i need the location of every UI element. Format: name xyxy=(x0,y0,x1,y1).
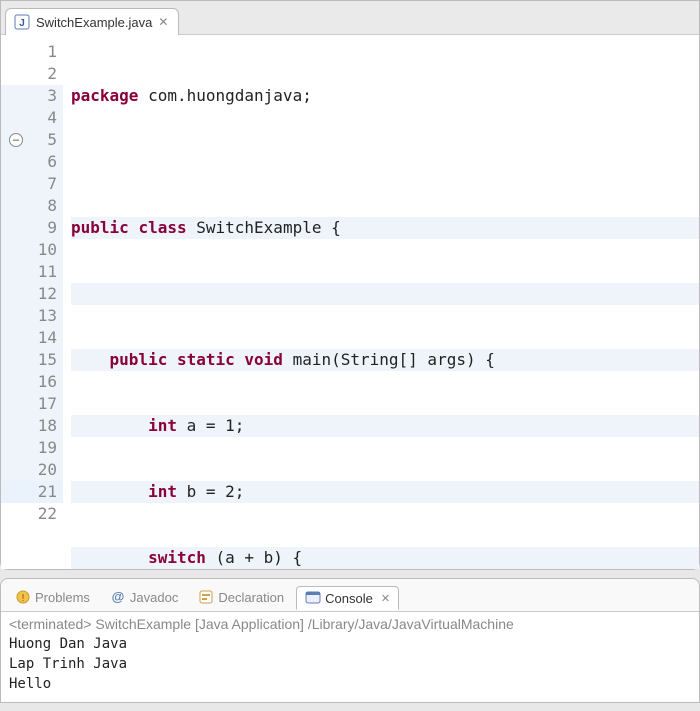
line-number: 11 xyxy=(19,261,63,283)
console-body: <terminated> SwitchExample [Java Applica… xyxy=(1,612,699,698)
line-number: 18 xyxy=(19,415,63,437)
line-number: 13 xyxy=(19,305,63,327)
line-number: −5 xyxy=(19,129,63,151)
line-number: 17 xyxy=(19,393,63,415)
line-number: 8 xyxy=(19,195,63,217)
line-number: 20 xyxy=(19,459,63,481)
line-number: 12 xyxy=(19,283,63,305)
editor-tab-label: SwitchExample.java xyxy=(36,15,152,30)
declaration-icon xyxy=(198,589,214,605)
tab-javadoc[interactable]: @ Javadoc xyxy=(102,586,186,608)
line-number: 14 xyxy=(19,327,63,349)
line-number: 4 xyxy=(19,107,63,129)
line-number: 21 xyxy=(19,481,63,503)
editor-tab-switchexample[interactable]: J SwitchExample.java ✕ xyxy=(5,8,179,35)
tab-label: Declaration xyxy=(218,590,284,605)
bottom-pane: ! Problems @ Javadoc Declaration Console… xyxy=(0,578,700,703)
tab-console[interactable]: Console ✕ xyxy=(296,586,399,610)
close-icon[interactable]: ✕ xyxy=(158,15,168,29)
console-status: <terminated> SwitchExample [Java Applica… xyxy=(9,616,691,632)
line-number: 1 xyxy=(19,41,63,63)
console-icon xyxy=(305,590,321,606)
code-area[interactable]: 1 2 3 4 −5 6 7 8 9 10 11 12 13 14 15 16 … xyxy=(1,35,699,569)
line-number-gutter: 1 2 3 4 −5 6 7 8 9 10 11 12 13 14 15 16 … xyxy=(19,35,67,569)
line-number: 15 xyxy=(19,349,63,371)
fold-toggle-icon[interactable]: − xyxy=(9,133,23,147)
line-number: 22 xyxy=(19,503,63,525)
editor-tab-bar: J SwitchExample.java ✕ xyxy=(1,1,699,35)
line-number: 16 xyxy=(19,371,63,393)
line-number: 3 xyxy=(19,85,63,107)
tab-problems[interactable]: ! Problems xyxy=(7,586,98,608)
javadoc-icon: @ xyxy=(110,589,126,605)
view-tab-bar: ! Problems @ Javadoc Declaration Console… xyxy=(1,579,699,612)
line-number: 9 xyxy=(19,217,63,239)
line-number: 19 xyxy=(19,437,63,459)
tab-label: Problems xyxy=(35,590,90,605)
console-output[interactable]: Huong Dan Java Lap Trinh Java Hello xyxy=(9,634,691,694)
tab-declaration[interactable]: Declaration xyxy=(190,586,292,608)
tab-label: Console xyxy=(325,591,373,606)
problems-icon: ! xyxy=(15,589,31,605)
java-file-icon: J xyxy=(14,14,30,30)
editor-pane: J SwitchExample.java ✕ xyxy=(0,0,700,570)
line-number: 10 xyxy=(19,239,63,261)
marker-strip xyxy=(1,35,19,569)
code-content[interactable]: package com.huongdanjava; public class S… xyxy=(67,35,699,569)
line-number: 6 xyxy=(19,151,63,173)
line-number: 7 xyxy=(19,173,63,195)
close-icon[interactable]: ✕ xyxy=(381,592,390,605)
tab-label: Javadoc xyxy=(130,590,178,605)
line-number: 2 xyxy=(19,63,63,85)
svg-text:J: J xyxy=(19,18,25,29)
svg-text:!: ! xyxy=(22,593,25,604)
